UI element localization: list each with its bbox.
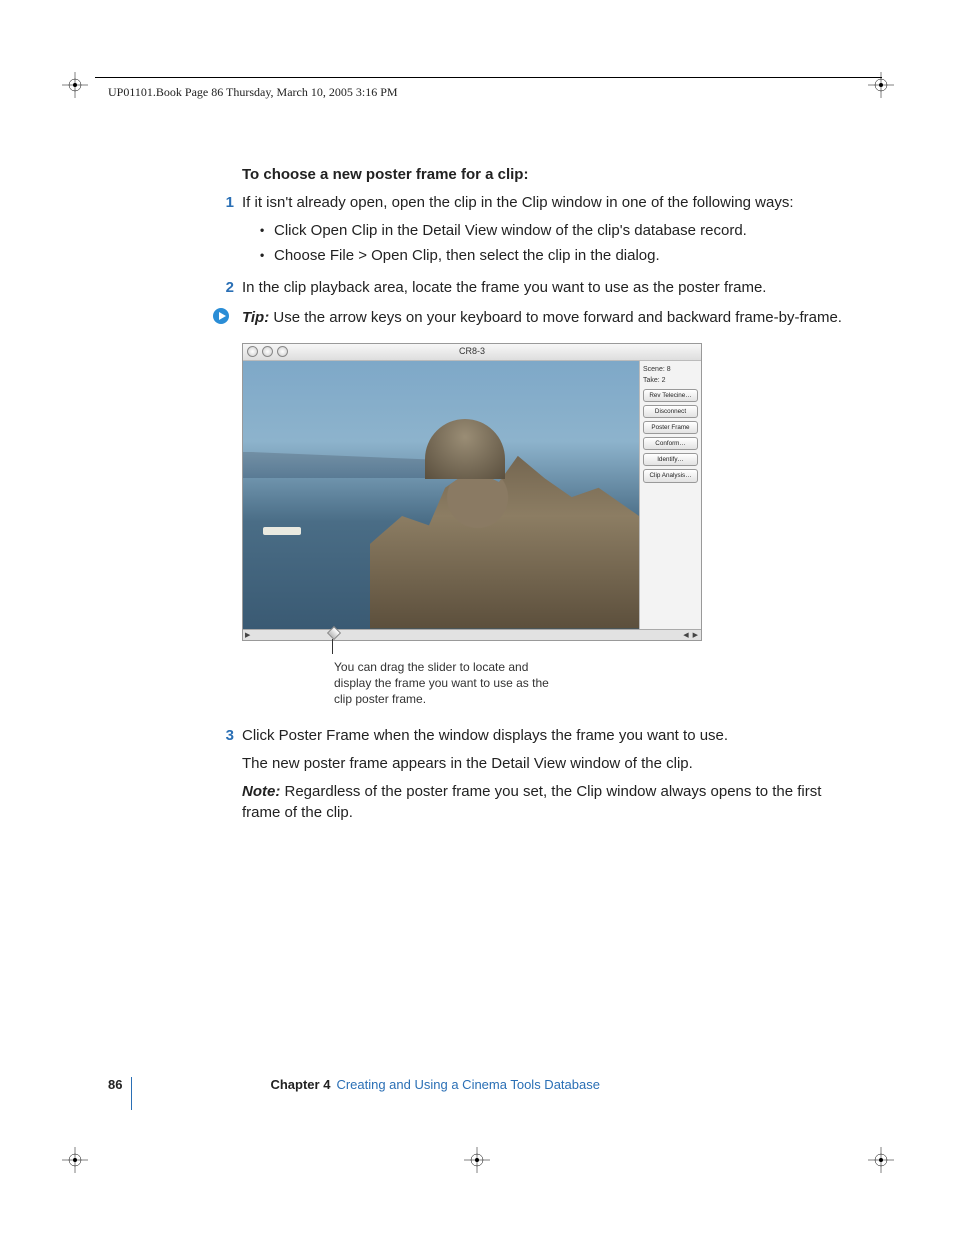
clip-analysis-button[interactable]: Clip Analysis… <box>643 469 698 482</box>
crop-mark-icon <box>868 72 894 98</box>
step-text: If it isn't already open, open the clip … <box>242 192 852 214</box>
step-number: 1 <box>212 192 234 214</box>
identify-button[interactable]: Identify… <box>643 453 698 466</box>
crop-mark-icon <box>62 72 88 98</box>
scene-label: Scene: 8 <box>643 365 698 375</box>
tip-text: Tip: Use the arrow keys on your keyboard… <box>242 307 842 329</box>
book-header: UP01101.Book Page 86 Thursday, March 10,… <box>108 84 398 101</box>
slider-thumb-icon[interactable] <box>327 625 341 639</box>
step-number: 3 <box>212 725 234 747</box>
header-rule <box>95 77 882 78</box>
clip-window: CR8-3 Scene: 8 Take: 2 Rev Telecine… Dis… <box>242 343 702 641</box>
crop-mark-icon <box>868 1147 894 1173</box>
step-end-icon[interactable]: ◀ ▶ <box>683 631 699 641</box>
page-number: 86 <box>108 1076 122 1095</box>
take-label: Take: 2 <box>643 376 698 386</box>
bullet-icon: • <box>260 220 274 242</box>
play-icon[interactable]: ▶ <box>245 631 250 641</box>
conform-button[interactable]: Conform… <box>643 437 698 450</box>
note-text: Note: Regardless of the poster frame you… <box>242 781 852 825</box>
bullet-text: Click Open Clip in the Detail View windo… <box>274 220 747 242</box>
bullet-icon: • <box>260 245 274 267</box>
chapter-label: Chapter 4 <box>270 1076 330 1095</box>
tip-label: Tip: <box>242 309 269 326</box>
playback-slider[interactable]: ▶ ◀ ▶ <box>243 629 701 640</box>
tip-icon <box>212 307 230 325</box>
clip-window-figure: CR8-3 Scene: 8 Take: 2 Rev Telecine… Dis… <box>242 343 702 708</box>
crop-mark-icon <box>464 1147 490 1173</box>
poster-frame-button[interactable]: Poster Frame <box>643 421 698 434</box>
rev-telecine-button[interactable]: Rev Telecine… <box>643 389 698 402</box>
window-title: CR8-3 <box>243 345 701 358</box>
page-footer: 86 Chapter 4 Creating and Using a Cinema… <box>108 1076 600 1095</box>
callout-line <box>332 639 333 654</box>
step-text: Click Poster Frame when the window displ… <box>242 725 852 747</box>
bullet-text: Choose File > Open Clip, then select the… <box>274 245 660 267</box>
disconnect-button[interactable]: Disconnect <box>643 405 698 418</box>
note-label: Note: <box>242 783 280 800</box>
body-text: The new poster frame appears in the Deta… <box>242 753 852 775</box>
clip-playback-area[interactable] <box>243 361 639 629</box>
step-text: In the clip playback area, locate the fr… <box>242 277 852 299</box>
section-heading: To choose a new poster frame for a clip: <box>242 164 852 186</box>
side-panel: Scene: 8 Take: 2 Rev Telecine… Disconnec… <box>639 361 701 629</box>
step-number: 2 <box>212 277 234 299</box>
chapter-title: Creating and Using a Cinema Tools Databa… <box>336 1076 600 1095</box>
window-titlebar: CR8-3 <box>243 344 701 361</box>
figure-caption: You can drag the slider to locate and di… <box>334 659 554 708</box>
crop-mark-icon <box>62 1147 88 1173</box>
